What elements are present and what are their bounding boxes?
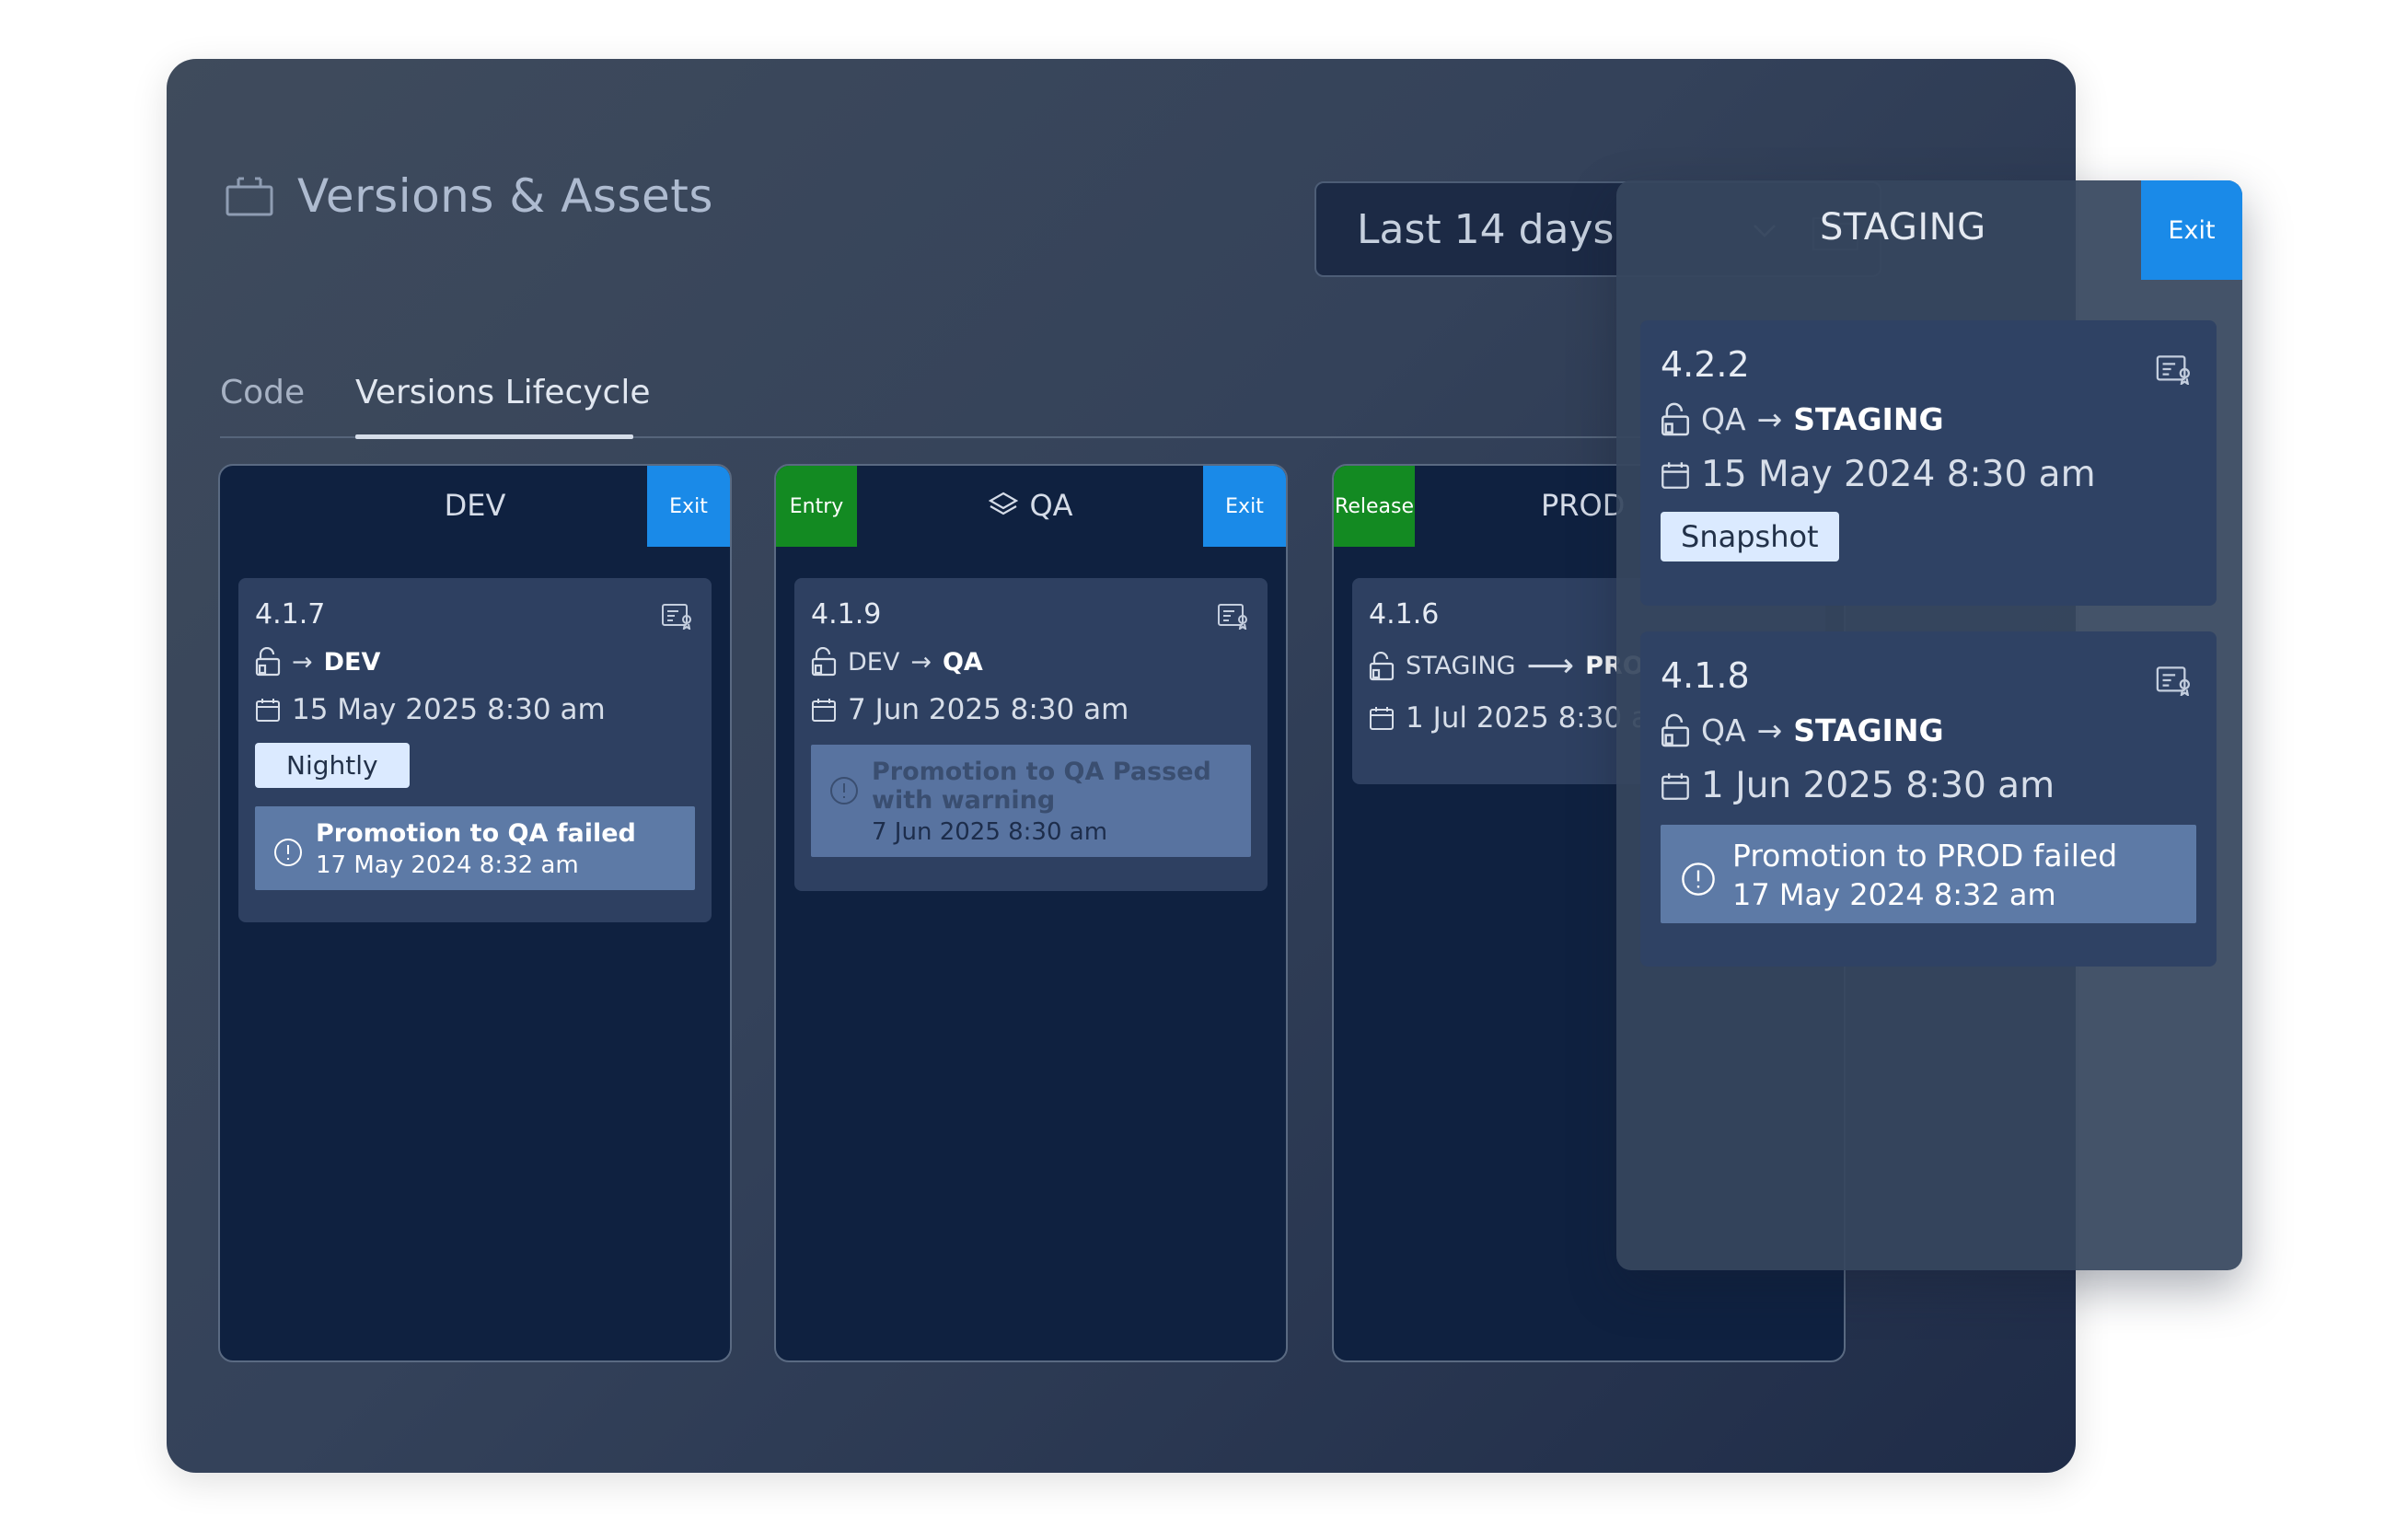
version-number: 4.2.2 xyxy=(1661,344,1750,385)
scene: Versions & Assets Last 14 days Code Vers… xyxy=(0,0,2408,1528)
version-date: 1 Jun 2025 8:30 am xyxy=(1701,765,2055,806)
info-icon xyxy=(1682,862,1715,896)
calendar-icon xyxy=(1370,707,1394,730)
stage-title-label: PROD xyxy=(1541,488,1626,523)
tab-versions-lifecycle[interactable]: Versions Lifecycle xyxy=(355,374,651,411)
promotion-path: QA → STAGING xyxy=(1661,712,2196,748)
stage-title-label: QA xyxy=(1029,488,1073,523)
staging-panel: STAGING Exit 4.2.2 QA → STAGING 15 May 202… xyxy=(1616,180,2242,1270)
tab-code[interactable]: Code xyxy=(220,374,305,411)
stage-header: Entry QA Exit xyxy=(776,466,1286,578)
promotion-status[interactable]: Promotion to QA Passed with warning 7 Ju… xyxy=(811,745,1251,857)
release-notes-icon[interactable] xyxy=(662,602,693,630)
unlock-icon xyxy=(1661,402,1689,435)
staging-title: STAGING xyxy=(1820,206,1986,249)
release-notes-icon[interactable] xyxy=(1218,602,1249,630)
calendar-icon xyxy=(1661,772,1689,800)
version-number: 4.1.9 xyxy=(811,598,882,631)
version-date: 15 May 2024 8:30 am xyxy=(1701,454,2096,495)
source-stage: QA xyxy=(1701,401,1746,437)
version-card[interactable]: 4.1.8 QA → STAGING 1 Jun 2025 8:30 am Prom… xyxy=(1640,631,2217,967)
status-title: Promotion to QA Passed with warning xyxy=(872,758,1211,815)
promotion-path: DEV → QA xyxy=(811,647,1251,677)
calendar-icon xyxy=(1661,461,1689,489)
layers-icon xyxy=(989,492,1019,515)
status-title: Promotion to PROD failed xyxy=(1732,838,2118,874)
stage-header: DEV Exit xyxy=(220,466,730,578)
page-title: Versions & Assets xyxy=(297,169,713,223)
build-tag: Nightly xyxy=(255,743,410,788)
version-card[interactable]: 4.1.9 DEV → QA 7 Jun 2025 8:30 am Promotio… xyxy=(794,578,1268,891)
target-stage: QA xyxy=(942,647,983,677)
version-number: 4.1.7 xyxy=(255,598,326,631)
version-number: 4.1.8 xyxy=(1661,655,1750,696)
info-icon xyxy=(830,777,858,805)
target-stage: STAGING xyxy=(1793,401,1944,437)
status-date: 17 May 2024 8:32 am xyxy=(1732,877,2056,912)
exit-gate-button[interactable]: Exit xyxy=(2141,180,2242,280)
version-card[interactable]: 4.1.7 → DEV 15 May 2025 8:30 am Nightly P… xyxy=(238,578,712,922)
status-date: 7 Jun 2025 8:30 am xyxy=(872,818,1108,846)
unlock-icon xyxy=(1369,651,1395,680)
calendar-icon xyxy=(812,699,836,722)
arrow-right-icon: → xyxy=(1756,712,1783,748)
unlock-icon xyxy=(811,647,837,677)
unlock-icon xyxy=(1661,713,1689,747)
exit-gate-button[interactable]: Exit xyxy=(647,466,730,547)
calendar-icon xyxy=(256,699,280,722)
briefcase-icon xyxy=(226,177,273,216)
arrow-right-icon: → xyxy=(1756,401,1783,437)
promotion-status[interactable]: Promotion to QA failed 17 May 2024 8:32 … xyxy=(255,806,695,890)
source-stage: QA xyxy=(1701,712,1746,748)
target-stage: DEV xyxy=(323,647,381,677)
release-notes-icon[interactable] xyxy=(2156,353,2193,385)
arrow-right-icon: ⟶ xyxy=(1526,647,1575,685)
info-icon xyxy=(274,839,302,866)
active-tab-indicator xyxy=(355,434,633,439)
date-row: 15 May 2024 8:30 am xyxy=(1661,454,2196,495)
app-header: Versions & Assets xyxy=(226,169,713,223)
target-stage: STAGING xyxy=(1793,712,1944,748)
source-stage: STAGING xyxy=(1406,652,1516,680)
arrow-right-icon: → xyxy=(910,647,932,677)
unlock-icon xyxy=(255,647,281,677)
stage-column-qa: Entry QA Exit 4.1.9 DEV → QA 7 Jun 2025 8:… xyxy=(774,464,1288,1362)
promotion-status[interactable]: Promotion to PROD failed 17 May 2024 8:3… xyxy=(1661,825,2196,923)
release-notes-icon[interactable] xyxy=(2156,665,2193,696)
promotion-path: QA → STAGING xyxy=(1661,401,2196,437)
version-card[interactable]: 4.2.2 QA → STAGING 15 May 2024 8:30 am Sna… xyxy=(1640,320,2217,606)
arrow-right-icon: → xyxy=(292,647,313,677)
stage-title-label: DEV xyxy=(444,488,506,523)
exit-gate-button[interactable]: Exit xyxy=(1203,466,1286,547)
stage-column-dev: DEV Exit 4.1.7 → DEV 15 May 2025 8:30 am … xyxy=(218,464,732,1362)
date-row: 7 Jun 2025 8:30 am xyxy=(811,693,1251,726)
version-date: 7 Jun 2025 8:30 am xyxy=(848,693,1129,726)
date-row: 1 Jun 2025 8:30 am xyxy=(1661,765,2196,806)
status-title: Promotion to QA failed xyxy=(316,819,636,848)
source-stage: DEV xyxy=(848,647,900,677)
build-tag: Snapshot xyxy=(1661,512,1839,561)
promotion-path: → DEV xyxy=(255,647,695,677)
status-date: 17 May 2024 8:32 am xyxy=(316,851,579,879)
date-row: 15 May 2025 8:30 am xyxy=(255,693,695,726)
date-range-value: Last 14 days xyxy=(1357,205,1615,253)
version-date: 15 May 2025 8:30 am xyxy=(292,693,606,726)
